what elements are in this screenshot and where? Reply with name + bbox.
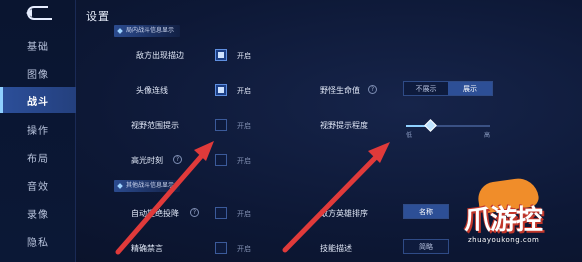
sidebar-item-privacy[interactable]: 隐私 bbox=[0, 228, 76, 254]
auto-reject-checkbox[interactable] bbox=[215, 207, 227, 219]
vision-hint-state: 开启 bbox=[237, 122, 251, 130]
vision-level-handle[interactable] bbox=[424, 119, 438, 132]
sidebar-item-layout[interactable]: 布局 bbox=[0, 144, 76, 170]
watermark-url: zhuayoukong.com bbox=[468, 236, 540, 244]
sidebar-item-controls[interactable]: 操作 bbox=[0, 116, 76, 142]
highlight-state: 开启 bbox=[237, 157, 251, 165]
vision-hint-label: 视野范围提示 bbox=[131, 121, 179, 130]
section-tag-battle-info: 局内战斗信息显示 bbox=[114, 25, 181, 37]
sidebar-item-label: 隐私 bbox=[27, 237, 49, 249]
skill-desc-label: 技能描述 bbox=[320, 244, 352, 253]
arrow-to-vision-level bbox=[282, 142, 390, 253]
auto-reject-label: 自动拒绝投降 bbox=[131, 209, 179, 218]
page-title: 设置 bbox=[86, 10, 110, 23]
sidebar-item-label: 操作 bbox=[27, 125, 49, 137]
vision-hint-checkbox[interactable] bbox=[215, 119, 227, 131]
skill-desc-button[interactable]: 简略 bbox=[404, 240, 448, 253]
section-tag-other-info: 其他战斗信息显示 bbox=[114, 180, 181, 192]
precise-ban-state: 开启 bbox=[237, 245, 251, 253]
enemy-outline-label: 敌方出现描边 bbox=[136, 51, 184, 60]
highlight-checkbox[interactable] bbox=[215, 154, 227, 166]
sidebar-item-replay[interactable]: 录像 bbox=[0, 200, 76, 226]
vision-level-label: 视野提示程度 bbox=[320, 121, 368, 130]
sidebar: 基础 图像 战斗 操作 布局 音效 录像 隐私 bbox=[0, 0, 76, 262]
monster-hp-option-hide[interactable]: 不展示 bbox=[404, 82, 448, 95]
avatar-link-checkbox[interactable] bbox=[215, 84, 227, 96]
sidebar-item-label: 基础 bbox=[27, 41, 49, 53]
vision-level-high: 高 bbox=[484, 132, 491, 139]
avatar-link-state: 开启 bbox=[237, 87, 251, 95]
skill-desc-select[interactable]: 简略 bbox=[403, 239, 449, 254]
avatar-link-label: 头像连线 bbox=[136, 86, 168, 95]
help-icon[interactable]: ? bbox=[368, 85, 377, 94]
sidebar-item-basic[interactable]: 基础 bbox=[0, 32, 76, 58]
sidebar-item-label: 音效 bbox=[27, 181, 49, 193]
sidebar-item-label: 录像 bbox=[27, 209, 49, 221]
sidebar-item-label: 布局 bbox=[27, 153, 49, 165]
sidebar-item-label: 图像 bbox=[27, 69, 49, 81]
auto-reject-state: 开启 bbox=[237, 210, 251, 218]
precise-ban-checkbox[interactable] bbox=[215, 242, 227, 254]
settings-screen: 基础 图像 战斗 操作 布局 音效 录像 隐私 设置 局内战斗信息显示 敌方出现… bbox=[0, 0, 582, 262]
hero-sort-button[interactable]: 名称 bbox=[404, 205, 448, 218]
hero-sort-label: 敌方英雄排序 bbox=[320, 209, 368, 218]
monster-hp-label: 野怪生命值 bbox=[320, 86, 360, 95]
watermark-brand: 爪游控 bbox=[464, 205, 543, 236]
monster-hp-toggle: 不展示 展示 bbox=[403, 81, 493, 96]
enemy-outline-state: 开启 bbox=[237, 52, 251, 60]
help-icon[interactable]: ? bbox=[173, 155, 182, 164]
enemy-outline-checkbox[interactable] bbox=[215, 49, 227, 61]
sidebar-item-graphics[interactable]: 图像 bbox=[0, 60, 76, 86]
hero-sort-select[interactable]: 名称 bbox=[403, 204, 449, 219]
watermark-logo: 爪游控 zhuayoukong.com bbox=[456, 175, 576, 258]
highlight-label: 高光时刻 bbox=[131, 156, 163, 165]
sidebar-item-sound[interactable]: 音效 bbox=[0, 172, 76, 198]
sidebar-item-battle[interactable]: 战斗 bbox=[0, 87, 76, 113]
help-icon[interactable]: ? bbox=[190, 208, 199, 217]
monster-hp-option-show[interactable]: 展示 bbox=[448, 82, 492, 95]
back-icon[interactable] bbox=[22, 6, 56, 20]
precise-ban-label: 精确禁言 bbox=[131, 244, 163, 253]
sidebar-item-label: 战斗 bbox=[27, 96, 49, 108]
vision-level-low: 低 bbox=[406, 132, 413, 139]
